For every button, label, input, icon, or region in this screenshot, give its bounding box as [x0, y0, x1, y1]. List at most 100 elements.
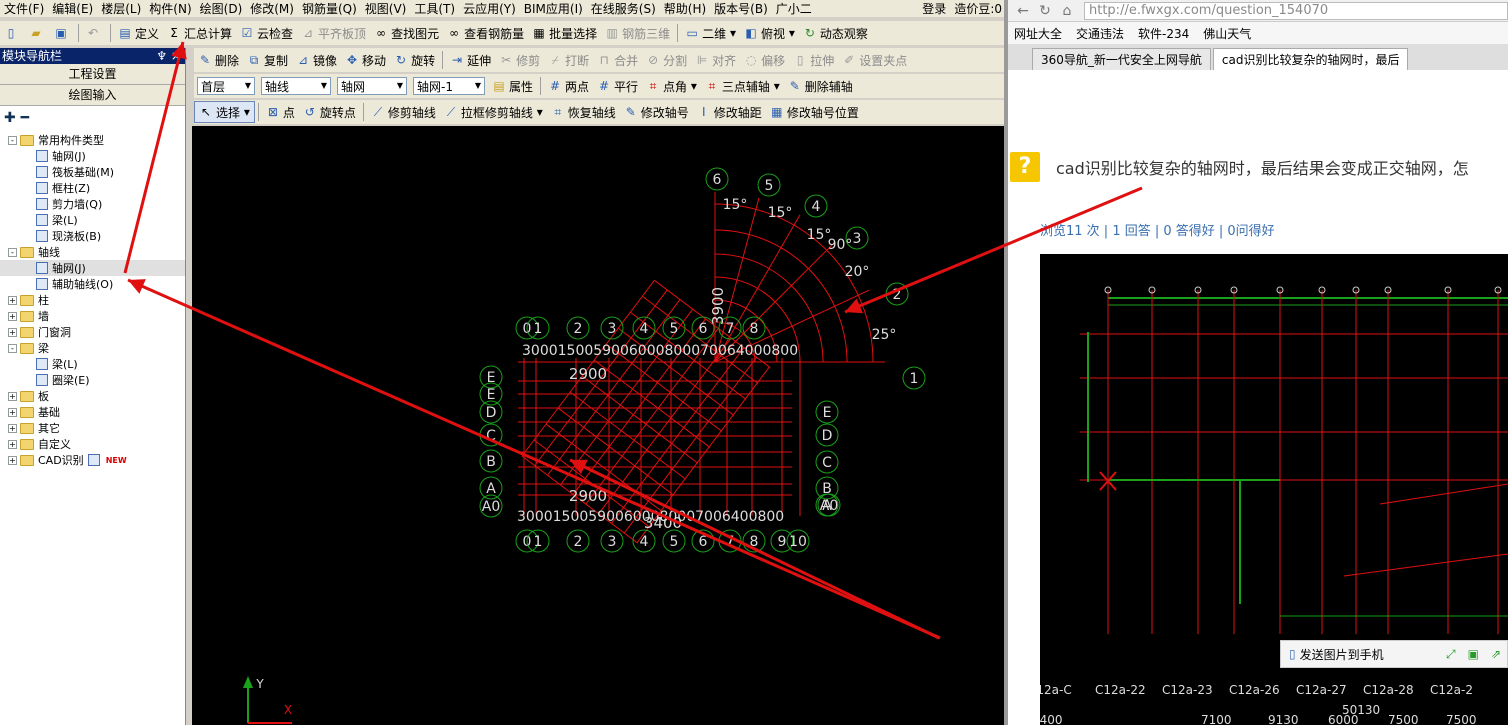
sum-calc-button[interactable]: Σ 汇总计算 — [163, 22, 236, 44]
menu-item[interactable]: 视图(V) — [361, 0, 411, 17]
url-input[interactable]: http://e.fwxgx.com/question_154070 — [1084, 1, 1508, 20]
expand-icon[interactable]: + — [8, 439, 17, 449]
collapse-icon[interactable]: - — [8, 247, 17, 257]
expand-icon[interactable]: + — [8, 423, 17, 433]
tree-item[interactable]: 辅助轴线(O) — [0, 276, 185, 292]
expand-icon[interactable]: ⤢ — [1440, 647, 1462, 662]
favorite-link[interactable]: 交通违法 — [1076, 25, 1124, 42]
menu-item[interactable]: 工具(T) — [410, 0, 459, 17]
tree-item[interactable]: + 基础 — [0, 404, 185, 420]
instance-select[interactable]: 轴网-1 ▼ — [413, 77, 485, 95]
batch-select-button[interactable]: ▦ 批量选择 — [528, 22, 601, 44]
view-rebar-button[interactable]: ∞ 查看钢筋量 — [443, 22, 528, 44]
home-icon[interactable]: ⌂ — [1056, 3, 1078, 19]
tree-item[interactable]: 轴网(J) — [0, 148, 185, 164]
find-element-button[interactable]: ∞ 查找图元 — [370, 22, 443, 44]
delete-aux-button[interactable]: ✎ 删除辅轴 — [784, 75, 857, 97]
new-file-button[interactable]: ▯ — [0, 22, 25, 44]
parallel-button[interactable]: # 平行 — [593, 75, 642, 97]
properties-button[interactable]: ▤ 属性 — [488, 75, 537, 97]
refresh-icon[interactable]: ↻ — [1034, 3, 1056, 19]
menu-item[interactable]: 文件(F) — [0, 0, 48, 17]
save-icon[interactable]: ▣ — [1462, 647, 1485, 661]
tree-item[interactable]: 剪力墙(Q) — [0, 196, 185, 212]
extend-button[interactable]: ⇥ 延伸 — [446, 49, 495, 71]
level-top-button[interactable]: ⊿ 平齐板顶 — [297, 22, 370, 44]
save-button[interactable]: ▣ — [50, 22, 75, 44]
category-select[interactable]: 轴线 ▼ — [261, 77, 331, 95]
delete-button[interactable]: ✎ 删除 — [194, 49, 243, 71]
trim-button[interactable]: ✂ 修剪 — [495, 49, 544, 71]
tree-item[interactable]: 梁(L) — [0, 212, 185, 228]
tree-item[interactable]: + 门窗洞 — [0, 324, 185, 340]
drawing-input-button[interactable]: 绘图输入 — [0, 85, 185, 106]
view-2d-dropdown[interactable]: ▭ 二维 ▾ — [681, 22, 740, 44]
point-angle-dropdown[interactable]: ⌗ 点角 ▾ — [642, 75, 701, 97]
project-settings-button[interactable]: 工程设置 — [0, 64, 185, 85]
modify-dist-button[interactable]: I 修改轴距 — [693, 101, 766, 123]
tree-item[interactable]: 梁(L) — [0, 356, 185, 372]
merge-button[interactable]: ⊓ 合并 — [593, 49, 642, 71]
expand-icon[interactable]: + — [8, 311, 17, 321]
modify-pos-button[interactable]: ▦ 修改轴号位置 — [766, 101, 863, 123]
tree-item[interactable]: 现浇板(B) — [0, 228, 185, 244]
undo-button[interactable]: ↶ — [82, 22, 107, 44]
menu-item[interactable]: 广小二 — [772, 0, 816, 17]
tree-item[interactable]: 框柱(Z) — [0, 180, 185, 196]
expand-icon[interactable]: + — [8, 391, 17, 401]
tree-item[interactable]: + 其它 — [0, 420, 185, 436]
type-select[interactable]: 轴网 ▼ — [337, 77, 407, 95]
expand-icon[interactable]: + — [8, 295, 17, 305]
restore-axis-button[interactable]: ⌗ 恢复轴线 — [547, 101, 620, 123]
send-image-bar[interactable]: ▯ 发送图片到手机 ⤢ ▣ ⇗ — [1280, 640, 1508, 668]
split-button[interactable]: ⊘ 分割 — [642, 49, 691, 71]
stretch-button[interactable]: ▯ 拉伸 — [789, 49, 838, 71]
menu-item[interactable]: 在线服务(S) — [587, 0, 660, 17]
favorite-link[interactable]: 佛山天气 — [1203, 25, 1251, 42]
menu-item[interactable]: 编辑(E) — [48, 0, 97, 17]
nav-pin-icon[interactable]: ♆ × — [156, 48, 185, 64]
mirror-button[interactable]: ⊿ 镜像 — [292, 49, 341, 71]
menu-item[interactable]: 绘图(D) — [196, 0, 247, 17]
modify-no-button[interactable]: ✎ 修改轴号 — [620, 101, 693, 123]
expand-all-icon[interactable]: ✚ — [4, 110, 16, 126]
menu-item[interactable]: 钢筋量(Q) — [298, 0, 361, 17]
box-trim-dropdown[interactable]: ⟋ 拉框修剪轴线 ▾ — [440, 101, 547, 123]
align-button[interactable]: ⊫ 对齐 — [691, 49, 740, 71]
tree-item[interactable]: 轴网(J) — [0, 260, 185, 276]
select-button[interactable]: ↖ 选择 ▾ — [194, 101, 255, 123]
two-points-button[interactable]: # 两点 — [544, 75, 593, 97]
menu-item[interactable]: 修改(M) — [246, 0, 298, 17]
floor-select[interactable]: 首层 ▼ — [197, 77, 255, 95]
view-top-dropdown[interactable]: ◧ 俯视 ▾ — [740, 22, 799, 44]
tree-item[interactable]: + 板 — [0, 388, 185, 404]
tree-item[interactable]: 圈梁(E) — [0, 372, 185, 388]
define-button[interactable]: ▤ 定义 — [114, 22, 163, 44]
rebar-3d-button[interactable]: ▥ 钢筋三维 — [601, 22, 674, 44]
menu-item[interactable]: 版本号(B) — [710, 0, 772, 17]
tree-item[interactable]: + 自定义 — [0, 436, 185, 452]
expand-icon[interactable]: + — [8, 455, 17, 465]
tree-item[interactable]: + 墙 — [0, 308, 185, 324]
login-link[interactable]: 登录 — [918, 0, 950, 17]
favorite-link[interactable]: 网址大全 — [1014, 25, 1062, 42]
menu-item[interactable]: 帮助(H) — [660, 0, 710, 17]
tab-360-nav[interactable]: 360导航_新一代安全上网导航 — [1032, 48, 1211, 70]
copy-button[interactable]: ⧉ 复制 — [243, 49, 292, 71]
tree-item[interactable]: + CAD识别 NEW — [0, 452, 185, 468]
three-point-dropdown[interactable]: ⌗ 三点辅轴 ▾ — [701, 75, 784, 97]
cloud-check-button[interactable]: ☑ 云检查 — [236, 22, 297, 44]
tree-item[interactable]: - 常用构件类型 — [0, 132, 185, 148]
tab-question[interactable]: cad识别比较复杂的轴网时，最后 — [1212, 48, 1409, 70]
expand-icon[interactable]: + — [8, 407, 17, 417]
menu-item[interactable]: 构件(N) — [145, 0, 195, 17]
drawing-canvas[interactable]: 0 1 2 3 4 5 6 7 8 0 1 2 3 4 5 6 7 8 9 10 E E D C B A A0 E D C B A A0 6 5 4 3… — [192, 126, 1004, 725]
move-button[interactable]: ✥ 移动 — [341, 49, 390, 71]
point-button[interactable]: ⊠ 点 — [262, 101, 299, 123]
menu-item[interactable]: 云应用(Y) — [459, 0, 520, 17]
favorite-link[interactable]: 软件-234 — [1138, 25, 1189, 42]
collapse-all-icon[interactable]: ━ — [21, 110, 29, 126]
tree-item[interactable]: -梁 — [0, 340, 185, 356]
menu-item[interactable]: 楼层(L) — [97, 0, 145, 17]
back-icon[interactable]: ← — [1012, 3, 1034, 19]
